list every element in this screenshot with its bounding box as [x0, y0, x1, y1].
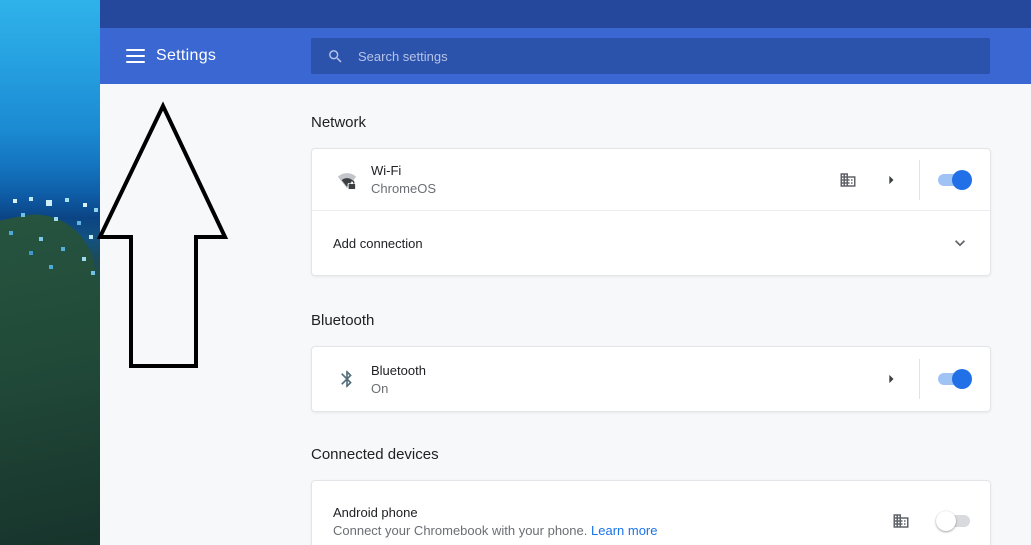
- managed-by-organization-icon: [839, 171, 857, 189]
- settings-header: Settings: [100, 28, 1031, 84]
- bluetooth-row[interactable]: Bluetooth On: [312, 347, 990, 411]
- learn-more-link[interactable]: Learn more: [591, 523, 657, 538]
- network-card: Wi-Fi ChromeOS Add connection: [311, 148, 991, 276]
- search-icon: [329, 49, 342, 63]
- search-input[interactable]: [358, 48, 980, 64]
- bluetooth-status: On: [371, 380, 389, 396]
- wallpaper-city-lights: [0, 0, 2, 2]
- toggle-knob: [936, 511, 956, 531]
- search-box[interactable]: [311, 38, 990, 74]
- menu-icon[interactable]: [126, 49, 145, 63]
- wifi-row-controls: [839, 159, 972, 200]
- wifi-lock-icon: [336, 169, 358, 191]
- window-title-strip: [100, 0, 1031, 28]
- wifi-title: Wi-Fi: [371, 163, 402, 178]
- add-connection-row[interactable]: Add connection: [312, 211, 990, 275]
- bluetooth-title: Bluetooth: [371, 362, 426, 378]
- add-connection-label: Add connection: [333, 235, 423, 251]
- wifi-row-text: Wi-Fi ChromeOS: [371, 163, 436, 196]
- bluetooth-row-controls: [881, 359, 972, 399]
- android-phone-title: Android phone: [333, 504, 418, 520]
- connected-devices-card: Android phone Connect your Chromebook wi…: [311, 480, 991, 545]
- toggle-knob: [952, 169, 972, 190]
- wifi-toggle[interactable]: [938, 169, 972, 190]
- bluetooth-icon: [336, 369, 358, 389]
- toggle-knob: [952, 369, 972, 389]
- android-phone-row-text: Android phone Connect your Chromebook wi…: [333, 505, 657, 538]
- managed-by-organization-icon: [892, 512, 910, 530]
- settings-window: Settings Network: [100, 0, 1031, 545]
- android-phone-toggle[interactable]: [936, 511, 970, 531]
- android-phone-description: Connect your Chromebook with your phone.: [333, 522, 588, 538]
- wifi-row[interactable]: Wi-Fi ChromeOS: [312, 149, 990, 210]
- subpage-arrow-icon[interactable]: [881, 369, 901, 389]
- row-separator: [919, 359, 920, 399]
- wifi-network-name: ChromeOS: [371, 181, 437, 196]
- section-heading-connected-devices: Connected devices: [311, 446, 439, 463]
- chevron-down-icon[interactable]: [950, 233, 970, 253]
- section-heading-network: Network: [311, 114, 367, 131]
- android-phone-row[interactable]: Android phone Connect your Chromebook wi…: [312, 481, 990, 545]
- screen: Settings Network: [0, 0, 1031, 545]
- bluetooth-row-text: Bluetooth On: [371, 363, 426, 396]
- bluetooth-toggle[interactable]: [938, 369, 972, 389]
- settings-content: Network Wi-Fi ChromeOS Add connection Bl…: [100, 84, 1031, 545]
- row-separator: [919, 159, 920, 200]
- section-heading-bluetooth: Bluetooth: [311, 312, 375, 329]
- android-phone-subtitle: Connect your Chromebook with your phone.…: [333, 523, 657, 538]
- page-title: Settings: [156, 47, 217, 64]
- desktop-wallpaper: [0, 0, 156, 545]
- bluetooth-card: Bluetooth On: [311, 346, 991, 412]
- subpage-arrow-icon[interactable]: [881, 170, 901, 190]
- android-phone-row-controls: [892, 511, 970, 531]
